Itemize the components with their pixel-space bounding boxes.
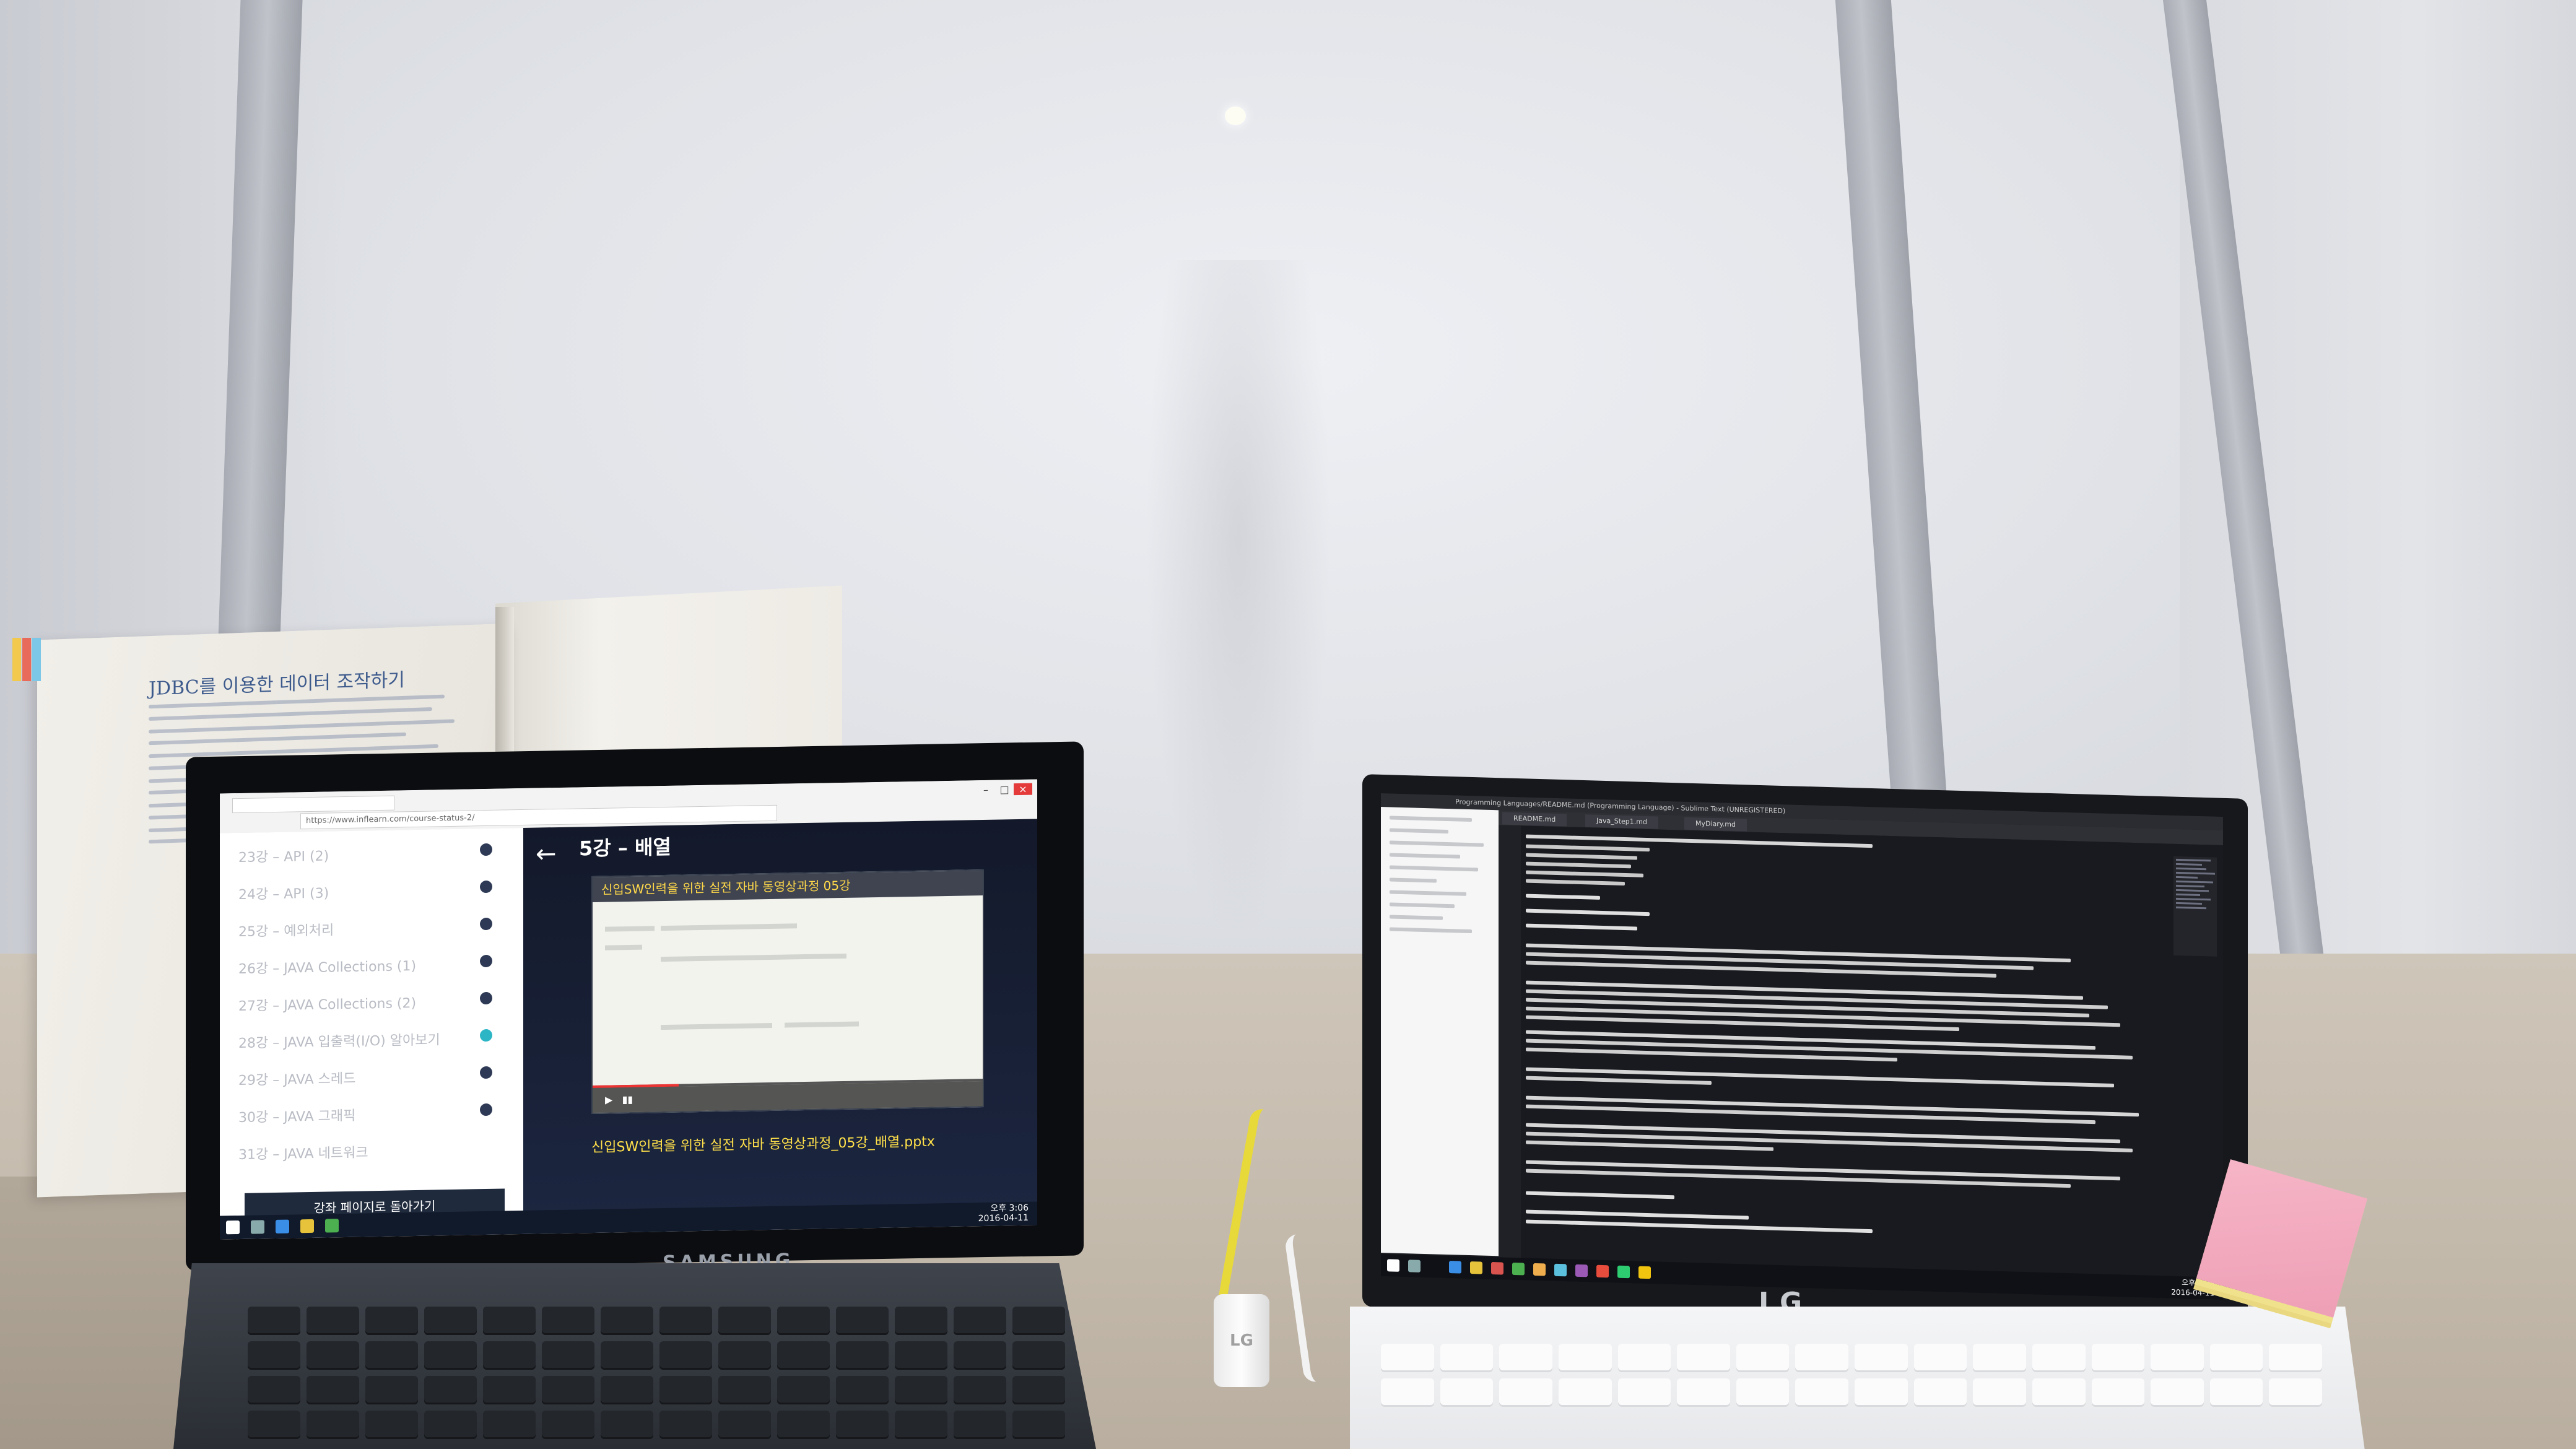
photo-scene: JDBC를 이용한 데이터 조작하기 https://www.inflearn.… bbox=[0, 0, 2576, 1449]
window-controls: – □ × bbox=[977, 783, 1032, 796]
course-status-dot bbox=[480, 1103, 492, 1116]
editor-tab[interactable]: Java_Step1.md bbox=[1585, 814, 1658, 829]
usb-power-plug: LG bbox=[1214, 1294, 1269, 1387]
course-status-dot bbox=[480, 1066, 492, 1079]
maximize-icon[interactable]: □ bbox=[995, 783, 1014, 796]
app-icon[interactable] bbox=[1638, 1266, 1651, 1279]
clock-time: 오후 3:06 bbox=[990, 1203, 1029, 1214]
course-item[interactable]: 31강 – JAVA 네트워크 bbox=[238, 1141, 368, 1164]
search-icon[interactable] bbox=[1408, 1260, 1421, 1273]
app-icon[interactable] bbox=[1575, 1264, 1588, 1277]
course-status-dot bbox=[480, 880, 492, 894]
editor-minimap[interactable] bbox=[2174, 856, 2217, 957]
explorer-icon[interactable] bbox=[300, 1219, 314, 1234]
attachment-link[interactable]: 신입SW인력을 위한 실전 자바 동영상과정_05강_배열.pptx bbox=[591, 1130, 935, 1156]
close-icon[interactable]: × bbox=[1014, 783, 1032, 796]
lg-keyboard bbox=[1381, 1344, 2322, 1407]
book-tab-markers bbox=[12, 638, 43, 684]
explorer-icon[interactable] bbox=[1470, 1261, 1482, 1274]
app-icon[interactable] bbox=[1596, 1264, 1609, 1278]
chrome-icon[interactable] bbox=[1512, 1262, 1525, 1276]
start-icon[interactable] bbox=[1387, 1259, 1399, 1272]
course-item[interactable]: 27강 – JAVA Collections (2) bbox=[238, 992, 416, 1015]
lg-laptop: Programming Languages/README.md (Program… bbox=[1350, 774, 2365, 1449]
lesson-player-panel: ← 5강 – 배열 신입SW인력을 위한 실전 자바 동영상과정 05강 ▶ ▮… bbox=[523, 819, 1037, 1224]
video-caption: 신입SW인력을 위한 실전 자바 동영상과정 05강 bbox=[593, 871, 983, 903]
editor-tab[interactable]: MyDiary.md bbox=[1684, 817, 1747, 832]
clock-date: 2016-04-11 bbox=[2171, 1287, 2214, 1298]
app-icon[interactable] bbox=[1554, 1263, 1567, 1277]
start-icon[interactable] bbox=[226, 1220, 240, 1235]
taskbar-clock[interactable]: 오후 3:06 2016-04-11 bbox=[978, 1203, 1029, 1224]
course-status-dot bbox=[480, 954, 492, 968]
browser-tab[interactable] bbox=[232, 795, 394, 814]
course-status-dot-active bbox=[480, 1029, 492, 1042]
chrome-icon[interactable] bbox=[325, 1219, 339, 1233]
app-icon[interactable] bbox=[1617, 1265, 1630, 1279]
samsung-keyboard bbox=[248, 1307, 1065, 1439]
course-status-dot bbox=[480, 843, 492, 856]
usb-plug-label: LG bbox=[1230, 1331, 1253, 1350]
video-player[interactable]: 신입SW인력을 위한 실전 자바 동영상과정 05강 ▶ ▮▮ bbox=[591, 869, 984, 1115]
minimize-icon[interactable]: – bbox=[977, 784, 995, 796]
course-item[interactable]: 25강 – 예외처리 bbox=[238, 919, 334, 941]
back-arrow-icon[interactable]: ← bbox=[536, 840, 557, 869]
lesson-title: 5강 – 배열 bbox=[579, 835, 671, 861]
edge-icon[interactable] bbox=[276, 1219, 289, 1234]
clock-date: 2016-04-11 bbox=[978, 1212, 1029, 1224]
reflection-shadow bbox=[1146, 260, 1331, 941]
ceiling-light-reflection bbox=[1225, 107, 1246, 125]
editor-tab[interactable]: README.md bbox=[1502, 812, 1567, 827]
course-item[interactable]: 24강 – API (3) bbox=[238, 882, 329, 903]
course-item[interactable]: 28강 – JAVA 입출력(I/O) 알아보기 bbox=[238, 1029, 440, 1052]
samsung-laptop: https://www.inflearn.com/course-status-2… bbox=[173, 741, 1096, 1449]
course-status-dot bbox=[480, 917, 492, 931]
course-item[interactable]: 30강 – JAVA 그래픽 bbox=[238, 1105, 355, 1126]
app-icon[interactable] bbox=[1491, 1261, 1503, 1275]
course-item[interactable]: 23강 – API (2) bbox=[238, 845, 329, 866]
course-status-dot bbox=[480, 991, 492, 1005]
course-item[interactable]: 29강 – JAVA 스레드 bbox=[238, 1068, 355, 1089]
editor-sidebar bbox=[1381, 807, 1499, 1256]
code-editor[interactable] bbox=[1499, 825, 2223, 1279]
search-icon[interactable] bbox=[251, 1220, 264, 1234]
edge-icon[interactable] bbox=[1449, 1261, 1461, 1274]
course-item[interactable]: 26강 – JAVA Collections (1) bbox=[238, 955, 416, 978]
lg-screen: Programming Languages/README.md (Program… bbox=[1381, 793, 2223, 1300]
course-list: 23강 – API (2) 24강 – API (3) 25강 – 예외처리 2… bbox=[220, 827, 523, 1230]
samsung-screen: https://www.inflearn.com/course-status-2… bbox=[220, 779, 1037, 1240]
app-icon[interactable] bbox=[1533, 1263, 1546, 1276]
line-number-gutter bbox=[1499, 825, 1521, 1260]
